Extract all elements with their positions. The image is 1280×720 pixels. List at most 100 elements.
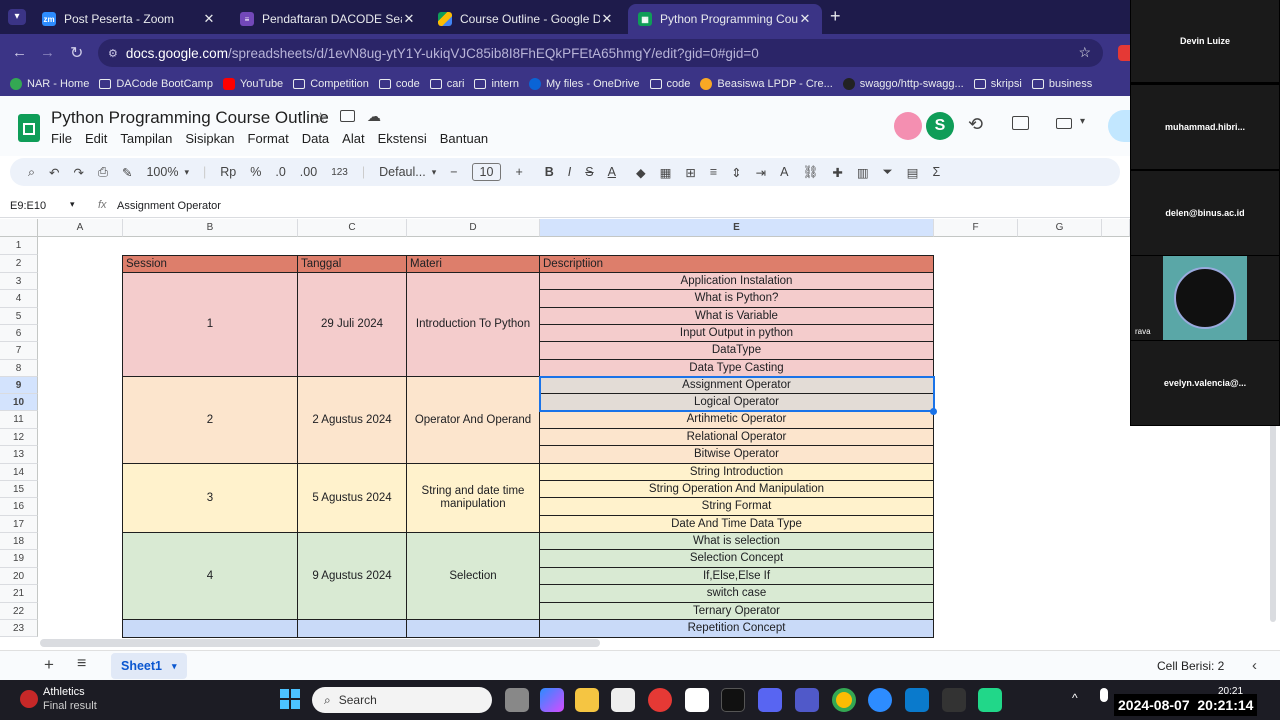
row-header[interactable]: 2 bbox=[0, 255, 38, 273]
redo-icon[interactable]: ↷ bbox=[74, 165, 84, 180]
merge-cells-icon[interactable]: ⊞ bbox=[685, 165, 695, 180]
date-cell[interactable]: 9 Agustus 2024 bbox=[298, 533, 407, 620]
percent-format-button[interactable]: % bbox=[250, 165, 261, 179]
taskbar-search[interactable]: ⌕ Search bbox=[312, 687, 492, 713]
bookmark-lpdp[interactable]: Beasiswa LPDP - Cre... bbox=[700, 78, 833, 90]
sheets-logo-icon[interactable] bbox=[18, 114, 40, 142]
row-header[interactable]: 11 bbox=[0, 411, 38, 429]
description-cell[interactable]: Selection Concept bbox=[540, 550, 934, 568]
bookmark-business[interactable]: business bbox=[1031, 78, 1092, 90]
zoom-select[interactable]: 100% bbox=[146, 165, 178, 179]
text-color-icon[interactable]: A bbox=[608, 165, 616, 179]
description-cell[interactable]: What is selection bbox=[540, 533, 934, 550]
bookmark-onedrive[interactable]: My files - OneDrive bbox=[529, 78, 640, 90]
functions-icon[interactable]: Σ bbox=[932, 165, 940, 179]
description-cell-selected[interactable]: Logical Operator bbox=[540, 394, 934, 411]
forward-icon[interactable]: → bbox=[40, 44, 55, 61]
select-all-corner[interactable] bbox=[0, 219, 38, 237]
description-cell[interactable]: String Operation And Manipulation bbox=[540, 481, 934, 498]
session-cell[interactable]: 4 bbox=[123, 533, 298, 620]
chevron-up-icon[interactable]: ^ bbox=[1072, 691, 1078, 705]
session-cell[interactable]: 2 bbox=[123, 377, 298, 464]
column-header-f[interactable]: F bbox=[934, 219, 1018, 237]
row-header[interactable]: 23 bbox=[0, 620, 38, 637]
tab-pendaftaran[interactable]: ≡ Pendaftaran DACODE Season 6 ✕ bbox=[230, 4, 426, 34]
print-icon[interactable]: ⎙ bbox=[98, 165, 108, 180]
chevron-down-icon[interactable]: ▾ bbox=[70, 199, 75, 210]
header-date[interactable]: Tanggal bbox=[298, 256, 407, 273]
session-cell[interactable]: 3 bbox=[123, 464, 298, 533]
pycharm-icon[interactable] bbox=[978, 688, 1002, 712]
copilot-icon[interactable] bbox=[540, 688, 564, 712]
menu-edit[interactable]: Edit bbox=[85, 131, 107, 146]
insert-chart-icon[interactable]: ▥ bbox=[857, 165, 869, 180]
bookmark-competition[interactable]: Competition bbox=[293, 78, 369, 90]
status-cell-count[interactable]: Cell Berisi: 2 bbox=[1157, 659, 1224, 673]
document-title[interactable]: Python Programming Course Outline bbox=[51, 108, 329, 128]
all-sheets-icon[interactable]: ≡ bbox=[77, 655, 86, 673]
undo-icon[interactable]: ↶ bbox=[49, 165, 59, 180]
date-cell[interactable]: 29 Juli 2024 bbox=[298, 273, 407, 377]
participant-tile[interactable]: Devin Luize bbox=[1131, 0, 1279, 82]
menu-tools[interactable]: Alat bbox=[342, 131, 364, 146]
chevron-down-icon[interactable]: ▾ bbox=[184, 167, 189, 178]
insert-comment-icon[interactable]: ✚ bbox=[832, 165, 842, 180]
star-icon[interactable]: ☆ bbox=[314, 109, 327, 127]
bold-icon[interactable]: B bbox=[545, 165, 554, 179]
formula-input[interactable]: Assignment Operator bbox=[117, 200, 221, 212]
start-icon[interactable] bbox=[280, 689, 300, 709]
vscode-icon[interactable] bbox=[905, 688, 929, 712]
site-info-icon[interactable]: ⚙ bbox=[108, 47, 118, 60]
date-cell[interactable] bbox=[298, 620, 407, 638]
menu-view[interactable]: Tampilan bbox=[120, 131, 172, 146]
chevron-down-icon[interactable]: ▾ bbox=[172, 661, 177, 672]
bookmark-dacode[interactable]: DACode BootCamp bbox=[99, 78, 213, 90]
filter-views-icon[interactable]: ▤ bbox=[907, 165, 919, 180]
column-header-b[interactable]: B bbox=[123, 219, 298, 237]
strikethrough-icon[interactable]: S bbox=[585, 165, 593, 179]
url-input[interactable]: ⚙ docs.google.com /spreadsheets/d/1evN8u… bbox=[98, 39, 1103, 67]
font-size-input[interactable]: 10 bbox=[471, 163, 502, 181]
topic-cell[interactable]: Operator And Operand bbox=[407, 377, 540, 464]
menu-help[interactable]: Bantuan bbox=[440, 131, 488, 146]
tab-zoom[interactable]: zm Post Peserta - Zoom ✕ bbox=[32, 4, 226, 34]
description-cell[interactable]: Input Output in python bbox=[540, 325, 934, 342]
description-cell-selected[interactable]: Assignment Operator bbox=[540, 377, 934, 394]
description-cell[interactable]: Artihmetic Operator bbox=[540, 411, 934, 429]
header-description[interactable]: Descriptiion bbox=[540, 256, 934, 273]
back-icon[interactable]: ← bbox=[12, 44, 27, 61]
chevron-down-icon[interactable]: ▾ bbox=[1080, 116, 1085, 127]
topic-cell[interactable]: Selection bbox=[407, 533, 540, 620]
header-topic[interactable]: Materi bbox=[407, 256, 540, 273]
sheet-tab-sheet1[interactable]: Sheet1 ▾ bbox=[111, 653, 187, 679]
topic-cell[interactable] bbox=[407, 620, 540, 638]
row-header[interactable]: 9 bbox=[0, 377, 38, 394]
date-cell[interactable]: 2 Agustus 2024 bbox=[298, 377, 407, 464]
row-header[interactable]: 20 bbox=[0, 568, 38, 585]
row-header[interactable]: 1 bbox=[0, 237, 38, 255]
app-icon[interactable] bbox=[611, 688, 635, 712]
column-header-d[interactable]: D bbox=[407, 219, 540, 237]
terminal-icon[interactable] bbox=[942, 688, 966, 712]
topic-cell[interactable]: Introduction To Python bbox=[407, 273, 540, 377]
row-header[interactable]: 15 bbox=[0, 481, 38, 498]
meet-icon[interactable] bbox=[1056, 118, 1072, 129]
row-header[interactable]: 5 bbox=[0, 308, 38, 325]
teams-icon[interactable] bbox=[795, 688, 819, 712]
column-header-e[interactable]: E bbox=[540, 219, 934, 237]
description-cell[interactable]: switch case bbox=[540, 585, 934, 603]
participant-tile[interactable]: evelyn.valencia@... bbox=[1131, 341, 1279, 425]
history-icon[interactable]: ⟲ bbox=[968, 114, 983, 135]
fill-handle[interactable] bbox=[930, 408, 937, 415]
row-header[interactable]: 14 bbox=[0, 464, 38, 481]
discord-icon[interactable] bbox=[758, 688, 782, 712]
bookmark-intern[interactable]: intern bbox=[474, 78, 519, 90]
row-header[interactable]: 18 bbox=[0, 533, 38, 550]
row-header[interactable]: 8 bbox=[0, 360, 38, 377]
paint-format-icon[interactable]: ✎ bbox=[122, 165, 132, 180]
news-widget-icon[interactable] bbox=[20, 690, 38, 708]
decrease-font-size-icon[interactable]: − bbox=[450, 165, 457, 179]
close-icon[interactable]: ✕ bbox=[798, 11, 812, 27]
close-icon[interactable]: ✕ bbox=[600, 11, 614, 27]
header-session[interactable]: Session bbox=[123, 256, 298, 273]
